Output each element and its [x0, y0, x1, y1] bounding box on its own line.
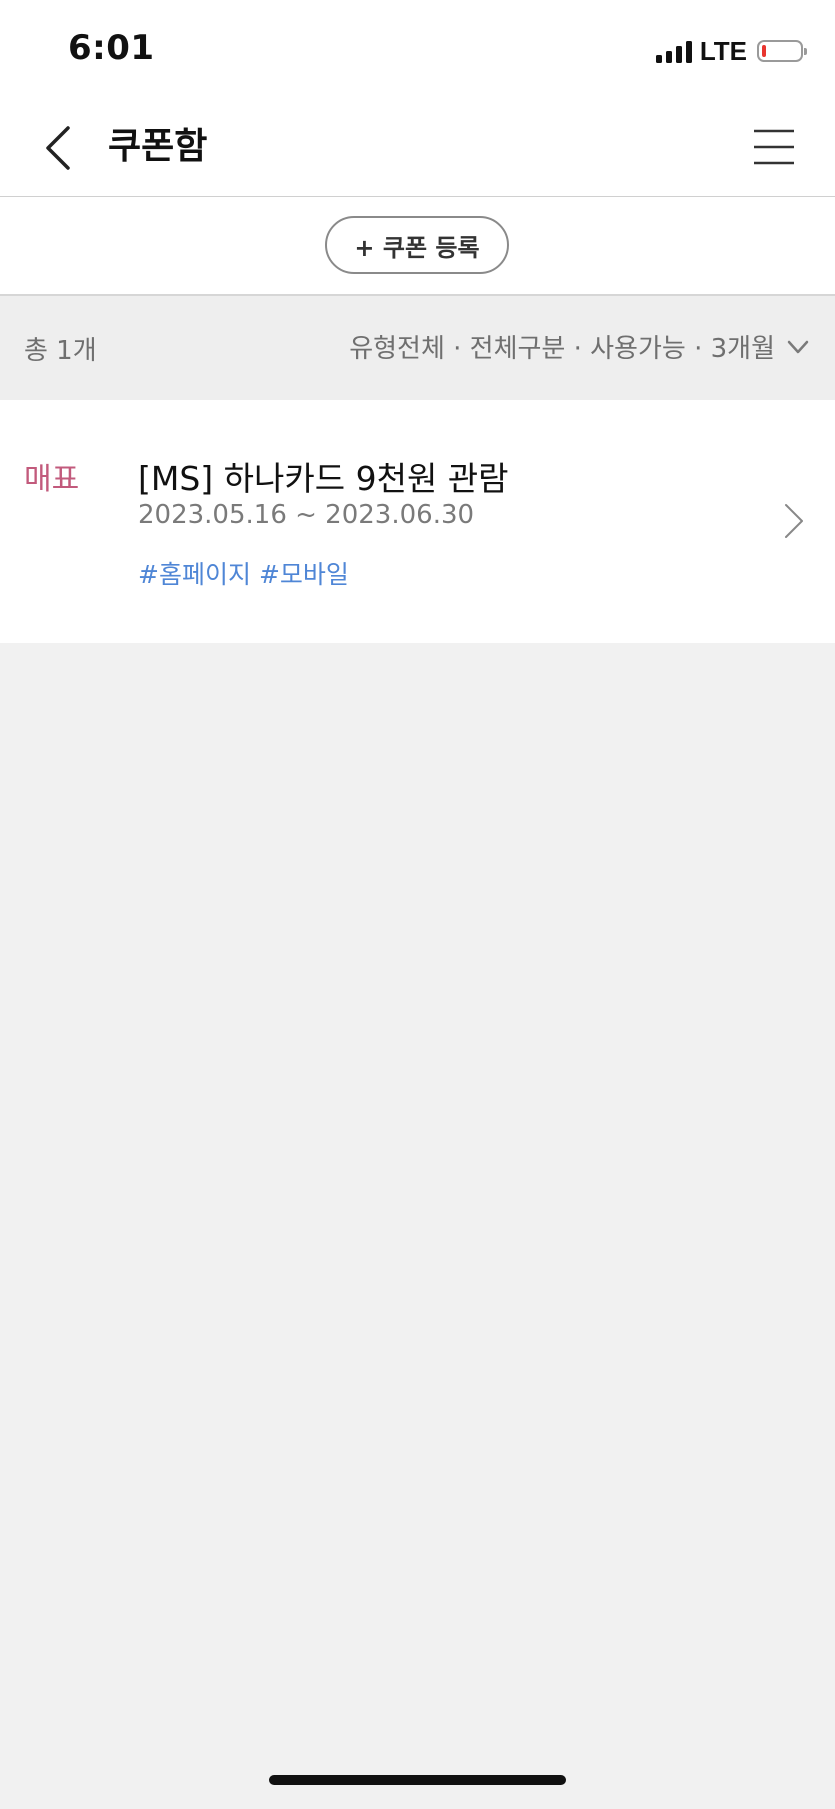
- chevron-down-icon: [787, 340, 809, 353]
- coupon-tags: #홈페이지 #모바일: [138, 555, 349, 591]
- page-title: 쿠폰함: [108, 126, 208, 167]
- coupon-tag: #홈페이지: [138, 560, 251, 589]
- battery-icon: [757, 40, 807, 62]
- register-bar: + 쿠폰 등록: [0, 197, 835, 296]
- total-count: 총 1개: [24, 336, 97, 366]
- status-indicators: LTE: [655, 35, 807, 66]
- nav-bar: 쿠폰함: [0, 100, 835, 197]
- filter-bar: 총 1개 유형전체 · 전체구분 · 사용가능 · 3개월: [0, 296, 835, 400]
- chevron-right-icon: [785, 504, 803, 538]
- coupon-title: [MS] 하나카드 9천원 관람: [138, 459, 509, 498]
- battery-level: [762, 45, 766, 57]
- coupon-list: 매표 [MS] 하나카드 9천원 관람 2023.05.16 ~ 2023.06…: [0, 400, 835, 643]
- hamburger-menu-icon: [754, 129, 794, 165]
- status-time: 6:01: [68, 28, 155, 68]
- chevron-left-icon: [46, 126, 70, 170]
- coupon-item[interactable]: 매표 [MS] 하나카드 9천원 관람 2023.05.16 ~ 2023.06…: [0, 400, 835, 643]
- coupon-type-label: 매표: [24, 462, 80, 497]
- status-bar: 6:01 LTE: [0, 0, 835, 100]
- signal-icon: [655, 39, 692, 63]
- menu-button[interactable]: [753, 126, 795, 168]
- back-button[interactable]: [40, 122, 80, 174]
- coupon-tag: #모바일: [258, 560, 349, 589]
- network-label: LTE: [699, 35, 747, 66]
- filter-summary-text: 유형전체 · 전체구분 · 사용가능 · 3개월: [349, 334, 775, 364]
- filter-dropdown[interactable]: 유형전체 · 전체구분 · 사용가능 · 3개월: [349, 328, 811, 365]
- coupon-period: 2023.05.16 ~ 2023.06.30: [138, 500, 475, 530]
- home-indicator[interactable]: [269, 1775, 566, 1785]
- register-coupon-button[interactable]: + 쿠폰 등록: [325, 216, 509, 274]
